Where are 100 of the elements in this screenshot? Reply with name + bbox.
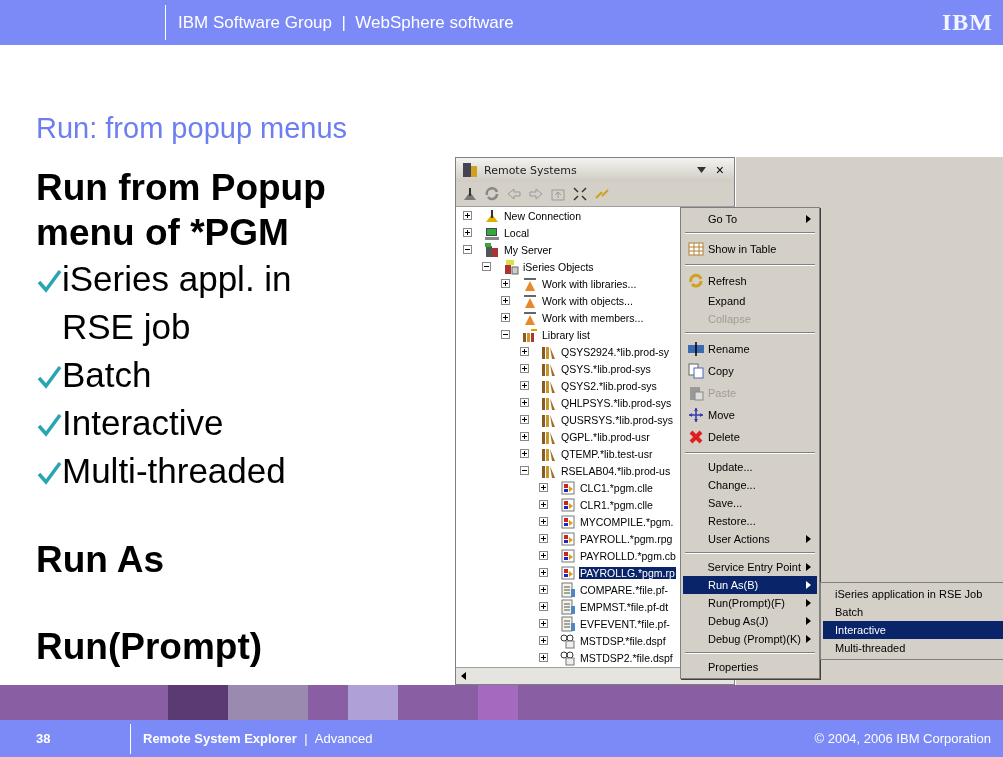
expand-toggle-icon[interactable] <box>463 211 472 220</box>
expand-toggle-icon[interactable] <box>520 415 529 424</box>
file-icon <box>560 581 576 598</box>
expand-toggle-icon[interactable] <box>539 636 548 645</box>
tree-item[interactable]: EMPMST.*file.pf-dt <box>579 600 670 613</box>
tree-item[interactable]: Work with libraries... <box>541 277 638 290</box>
expand-toggle-icon[interactable] <box>539 500 548 509</box>
tree-item[interactable]: QUSRSYS.*lib.prod-sys <box>560 413 675 426</box>
tree-item[interactable]: RSELAB04.*lib.prod-us <box>560 464 672 477</box>
file-icon <box>560 615 576 632</box>
menu-item[interactable]: Run As(B) <box>683 576 817 594</box>
program-icon <box>560 479 576 496</box>
expand-toggle-icon[interactable] <box>539 653 548 662</box>
menu-item[interactable]: Refresh <box>683 270 817 292</box>
expand-toggle-icon[interactable] <box>539 602 548 611</box>
expand-toggle-icon[interactable] <box>520 432 529 441</box>
menu-item[interactable]: Copy <box>683 360 817 382</box>
tree-item[interactable]: MSTDSP.*file.dspf <box>579 634 667 647</box>
tree-item[interactable]: PAYROLLG.*pgm.rp <box>579 566 676 579</box>
menu-item[interactable]: Restore... <box>683 512 817 530</box>
tree-item[interactable]: MYCOMPILE.*pgm. <box>579 515 675 528</box>
server-icon <box>462 162 478 178</box>
connection-icon[interactable] <box>462 186 478 202</box>
bullet-text: Multi-threaded <box>62 450 287 492</box>
collapse-all-icon[interactable] <box>572 186 588 202</box>
expand-toggle-icon[interactable] <box>539 568 548 577</box>
tree-item[interactable]: Work with objects... <box>541 294 634 307</box>
copy-icon <box>688 363 704 379</box>
table-icon <box>688 241 704 257</box>
menu-item[interactable]: Expand <box>683 292 817 310</box>
menu-item[interactable]: Debug (Prompt)(K) <box>683 630 817 648</box>
header-separator: | <box>340 12 347 33</box>
expand-toggle-icon[interactable] <box>539 483 548 492</box>
menu-item[interactable]: Delete <box>683 426 817 448</box>
tree-item[interactable]: QSYS2924.*lib.prod-sy <box>560 345 670 358</box>
rename-icon <box>688 341 704 357</box>
expand-toggle-icon[interactable] <box>520 347 529 356</box>
tree-item[interactable]: Local <box>503 226 531 239</box>
menu-item[interactable]: Service Entry Point <box>683 558 817 576</box>
collapse-toggle-icon[interactable] <box>482 262 491 271</box>
tree-item[interactable]: Work with members... <box>541 311 645 324</box>
footer-section: Remote System Explorer <box>143 731 297 746</box>
move-icon <box>688 407 704 423</box>
expand-toggle-icon[interactable] <box>539 551 548 560</box>
expand-toggle-icon[interactable] <box>501 313 510 322</box>
program-icon <box>560 496 576 513</box>
tree-item[interactable]: EVFEVENT.*file.pf- <box>579 617 671 630</box>
expand-toggle-icon[interactable] <box>539 619 548 628</box>
collapse-toggle-icon[interactable] <box>501 330 510 339</box>
liblist-icon <box>522 326 538 343</box>
expand-toggle-icon[interactable] <box>520 364 529 373</box>
menu-item[interactable]: Go To <box>683 210 817 228</box>
expand-toggle-icon[interactable] <box>539 534 548 543</box>
slide-title: Run: from popup menus <box>36 112 349 144</box>
tree-item[interactable]: QGPL.*lib.prod-usr <box>560 430 651 443</box>
expand-toggle-icon[interactable] <box>520 381 529 390</box>
menu-item[interactable]: iSeries application in RSE Job <box>823 585 1003 603</box>
menu-item[interactable]: Batch <box>823 603 1003 621</box>
menu-item[interactable]: Move <box>683 404 817 426</box>
menu-item[interactable]: Show in Table <box>683 238 817 260</box>
expand-toggle-icon[interactable] <box>520 449 529 458</box>
bullet-text: Interactive <box>62 402 225 444</box>
menu-item[interactable]: Save... <box>683 494 817 512</box>
menu-item[interactable]: Update... <box>683 458 817 476</box>
expand-toggle-icon[interactable] <box>539 517 548 526</box>
tree-item[interactable]: CLR1.*pgm.clle <box>579 498 654 511</box>
tree-item[interactable]: CLC1.*pgm.clle <box>579 481 654 494</box>
menu-item[interactable]: Debug As(J) <box>683 612 817 630</box>
tree-item[interactable]: MSTDSP2.*file.dspf <box>579 651 674 664</box>
expand-toggle-icon[interactable] <box>539 585 548 594</box>
menu-item[interactable]: Properties <box>683 658 817 676</box>
expand-toggle-icon[interactable] <box>501 279 510 288</box>
menu-item[interactable]: Interactive <box>823 621 1003 639</box>
header-product: WebSphere software <box>355 12 514 33</box>
menu-item[interactable]: Rename <box>683 338 817 360</box>
expand-toggle-icon[interactable] <box>501 296 510 305</box>
menu-item[interactable]: Run(Prompt)(F) <box>683 594 817 612</box>
tree-item[interactable]: QSYS2.*lib.prod-sys <box>560 379 658 392</box>
menu-item[interactable]: User Actions <box>683 530 817 548</box>
expand-toggle-icon[interactable] <box>520 398 529 407</box>
tree-item[interactable]: iSeries Objects <box>522 260 595 273</box>
tree-item[interactable]: COMPARE.*file.pf- <box>579 583 669 596</box>
dropdown-icon[interactable] <box>696 167 706 173</box>
tree-item[interactable]: QTEMP.*lib.test-usr <box>560 447 654 460</box>
collapse-toggle-icon[interactable] <box>463 245 472 254</box>
tree-item[interactable]: PAYROLL.*pgm.rpg <box>579 532 674 545</box>
check-icon <box>36 412 62 438</box>
tree-item[interactable]: QHLPSYS.*lib.prod-sys <box>560 396 673 409</box>
tree-item[interactable]: New Connection <box>503 209 583 222</box>
display-icon <box>560 632 576 649</box>
menu-item[interactable]: Change... <box>683 476 817 494</box>
menu-item[interactable]: Multi-threaded <box>823 639 1003 657</box>
close-button[interactable]: × <box>711 162 728 178</box>
tree-item[interactable]: PAYROLLD.*pgm.cb <box>579 549 677 562</box>
tree-item[interactable]: My Server <box>503 243 553 256</box>
collapse-toggle-icon[interactable] <box>520 466 529 475</box>
tree-item[interactable]: Library list <box>541 328 591 341</box>
refresh-icon <box>688 273 704 289</box>
expand-toggle-icon[interactable] <box>463 228 472 237</box>
tree-item[interactable]: QSYS.*lib.prod-sys <box>560 362 652 375</box>
